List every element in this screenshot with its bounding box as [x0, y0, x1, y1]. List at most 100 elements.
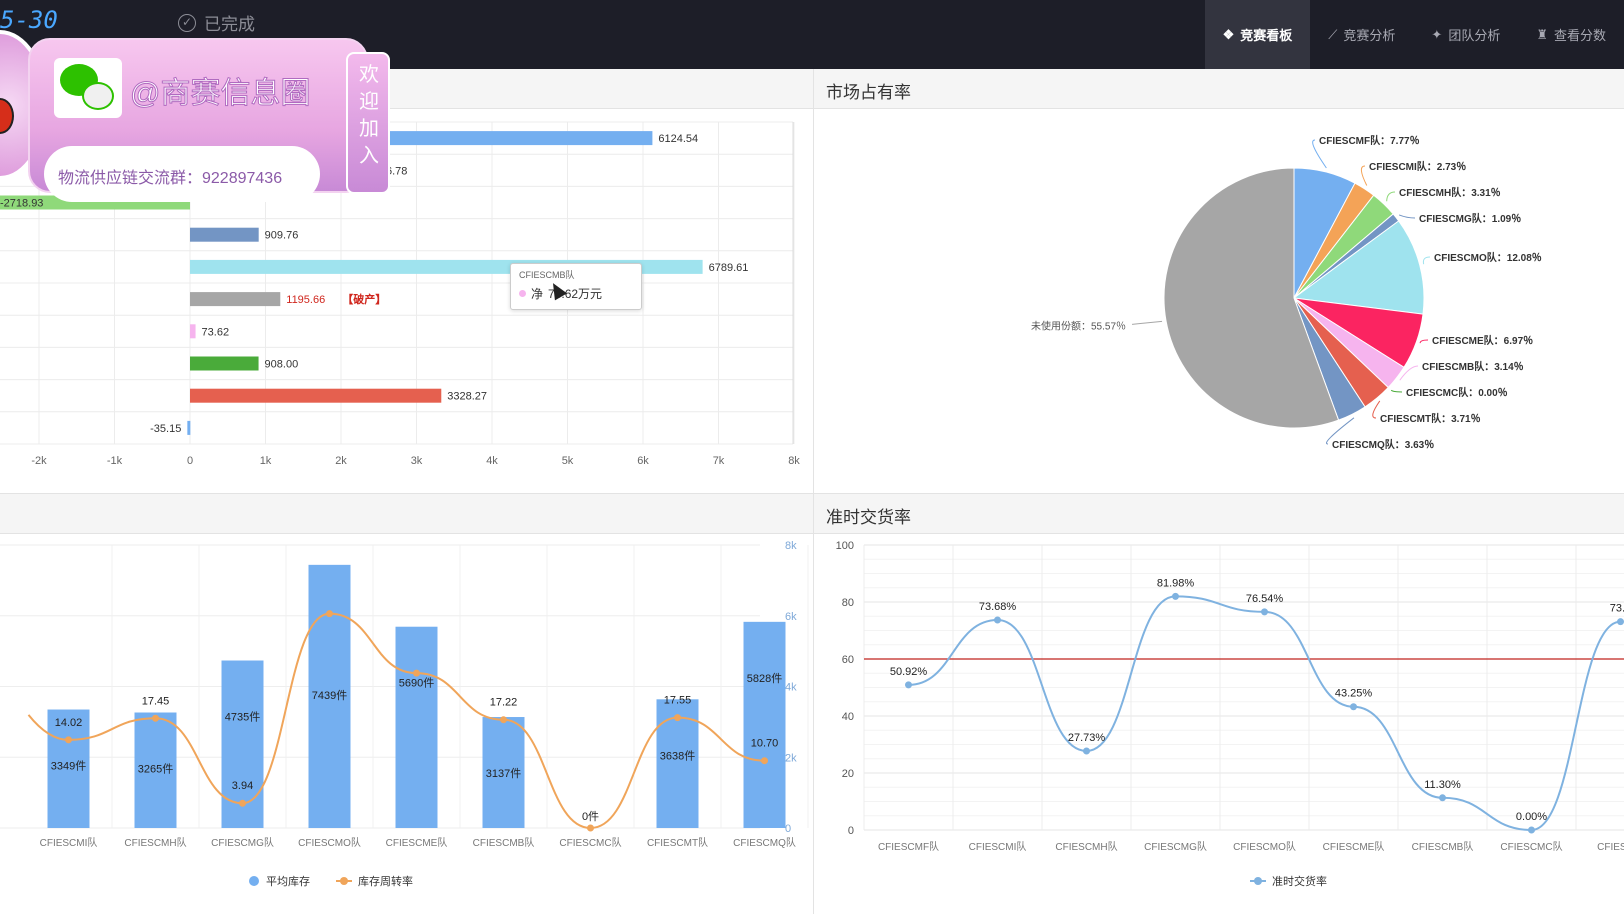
y-tick-label: 100	[836, 540, 854, 552]
legend-dot-icon	[519, 290, 526, 297]
pie-slice-label: CFIESCME队：6.97％	[1432, 334, 1533, 347]
tooltip-label: 净	[531, 287, 544, 301]
x-tick-label: CFIESCMI队	[969, 840, 1027, 853]
inventory-label: 0件	[582, 810, 599, 823]
x-tick-label: 5k	[562, 455, 574, 467]
y-tick-label: 0	[785, 823, 791, 835]
ontime-label: 0.00%	[1516, 811, 1547, 823]
bar-value-label: 6789.61	[709, 262, 749, 274]
bar-value-label: 3328.27	[447, 391, 487, 403]
ladybug-icon	[0, 98, 14, 134]
ontime-line	[908, 595, 1621, 832]
ontime-point	[1439, 794, 1446, 802]
ontime-label: 43.25%	[1335, 688, 1373, 700]
x-tick-label: 1k	[260, 455, 272, 467]
turnover-label: 14.02	[55, 717, 83, 729]
ontime-point	[994, 616, 1001, 624]
y-tick-label: 4k	[785, 682, 797, 694]
x-tick-label: 6k	[637, 455, 649, 467]
ontime-label: 73.1	[1610, 603, 1624, 615]
x-tick-label: CFIESCMH队	[124, 836, 186, 849]
bar-value-label: 909.76	[265, 230, 299, 242]
nav-team-analysis[interactable]: ✦ 团队分析	[1413, 0, 1518, 69]
x-tick-label: CFIESCMC队	[559, 836, 621, 849]
x-tick-label: -2k	[31, 455, 47, 467]
turnover-label: 3.94	[232, 780, 253, 792]
pie-slice-label: CFIESCMB队：3.14％	[1422, 360, 1524, 373]
promo-group-pill: 物流供应链交流群：922897436	[44, 146, 320, 202]
pie-slice-label: CFIESCMQ队：3.63％	[1332, 438, 1434, 451]
x-tick-label: CFIESCMI队	[40, 836, 98, 849]
inventory-label: 7439件	[312, 689, 347, 702]
x-tick-label: -1k	[107, 455, 123, 467]
inventory-bar	[743, 621, 786, 828]
team-icon: ✦	[1431, 26, 1443, 42]
legend-dot-icon	[340, 877, 348, 885]
x-tick-label: CFIESCMG队	[1144, 840, 1207, 853]
x-tick-label: CFIESCMF队	[878, 840, 939, 853]
chart-tooltip: CFIESCMB队 净 73.62万元	[510, 263, 642, 310]
x-tick-label: CFIESCME队	[1323, 840, 1385, 853]
panel-header-ontime: 准时交货率	[814, 494, 1624, 534]
x-tick-label: CFIESCMO队	[298, 836, 361, 849]
x-tick-label: 3k	[411, 455, 423, 467]
nav-label: 团队分析	[1448, 28, 1501, 43]
pie-leader-line	[1360, 165, 1368, 186]
turnover-point	[326, 610, 333, 618]
nav-analysis[interactable]: ⟋ 竞赛分析	[1310, 0, 1413, 69]
turnover-point	[152, 714, 159, 722]
bar-value-label: -2718.93	[0, 198, 43, 210]
ontime-point	[905, 681, 912, 689]
main-nav: ❖ 竞赛看板 ⟋ 竞赛分析 ✦ 团队分析 ♜ 查看分数	[1204, 0, 1624, 69]
pie-slice-label: CFIESCMT队：3.71％	[1380, 412, 1481, 425]
profit-bar	[190, 227, 259, 242]
inventory-label: 3265件	[138, 763, 173, 776]
nav-label: 查看分数	[1553, 28, 1606, 43]
inventory-label: 3638件	[660, 749, 695, 762]
trophy-icon: ♜	[1536, 26, 1548, 42]
promo-overlay: @商赛信息圈 物流供应链交流群：922897436 欢 迎 加 入	[0, 30, 402, 202]
panel-header-market-share: 市场占有率	[814, 69, 1624, 109]
inventory-bar	[395, 626, 438, 828]
y-tick-label: 8k	[785, 540, 797, 552]
ontime-label: 73.68%	[979, 601, 1017, 613]
promo-join-char: 迎	[359, 91, 379, 113]
x-tick-label: 0	[187, 455, 193, 467]
x-tick-label: 8k	[788, 455, 800, 467]
ontime-point	[1083, 747, 1090, 755]
profit-bar	[187, 420, 191, 435]
line-chart-icon: ⟋	[1328, 26, 1338, 42]
nav-label: 竞赛分析	[1343, 28, 1396, 43]
x-tick-label: CFIESCMC队	[1500, 840, 1562, 853]
ontime-label: 81.98%	[1157, 577, 1195, 589]
nav-dashboard[interactable]: ❖ 竞赛看板	[1204, 0, 1311, 69]
promo-join-char: 欢	[359, 64, 379, 86]
x-tick-label: CFIESCMO队	[1233, 840, 1296, 853]
pie-leader-line	[1398, 214, 1416, 219]
turnover-point	[413, 669, 420, 677]
bar-value-label: 908.00	[265, 359, 299, 371]
pie-slice-label: CFIESCMI队：2.73％	[1369, 160, 1466, 173]
inventory-combo-chart: 0 2k 4k 6k 8k CFIESCMI队 CFIESCMH队 CFIESCMG队 CFIE…	[0, 540, 809, 888]
turnover-point	[239, 799, 246, 807]
bar-value-label: 6124.54	[658, 133, 698, 145]
x-tick-label: CFIESCMH队	[1055, 840, 1117, 853]
x-tick-label: 2k	[335, 455, 347, 467]
bankrupt-label: 【破产】	[342, 292, 386, 306]
legend-label: 准时交货率	[1272, 874, 1327, 888]
pie-leader-line	[1386, 191, 1396, 202]
ontime-point	[1261, 608, 1268, 616]
pie-slice-label: 未使用份额：55.57％	[1031, 319, 1126, 332]
nav-scores[interactable]: ♜ 查看分数	[1518, 0, 1624, 69]
x-tick-label: CFIESCME队	[386, 836, 448, 849]
legend-dot-icon	[249, 876, 259, 886]
ontime-point	[1528, 826, 1535, 834]
inventory-label: 5690件	[399, 677, 434, 690]
turnover-point	[500, 716, 507, 724]
promo-join-char: 入	[359, 145, 379, 167]
x-tick-label: CFIESCMB队	[1412, 840, 1474, 853]
inventory-label: 3349件	[51, 760, 86, 773]
legend-dot-icon	[1254, 877, 1262, 885]
tooltip-row: 净 73.62万元	[519, 285, 633, 302]
y-tick-label: 2k	[785, 752, 797, 764]
